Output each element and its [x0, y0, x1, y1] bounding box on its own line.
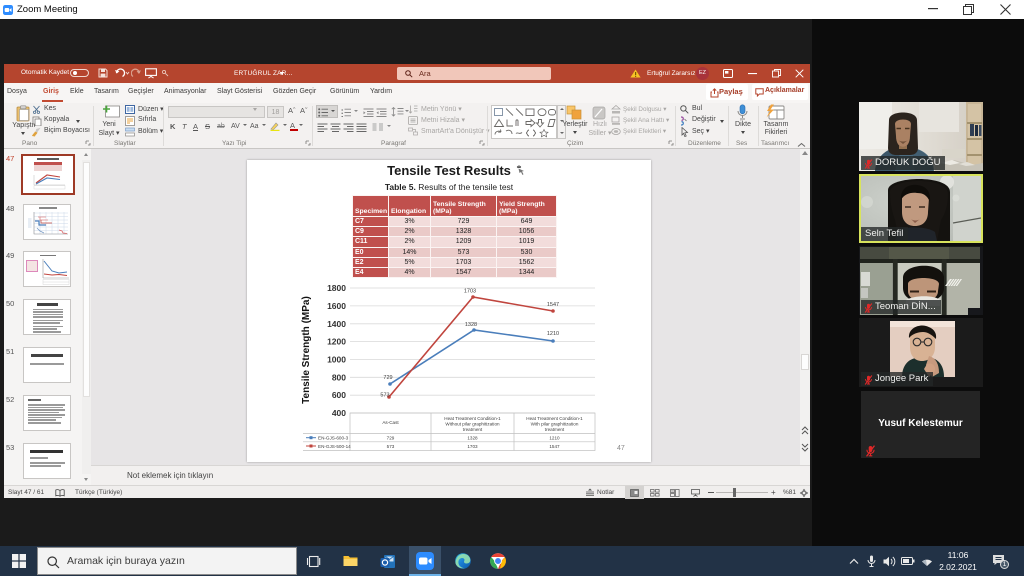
svg-text:1547: 1547: [549, 444, 560, 449]
svg-text:Heat Treatment Condition-1: Heat Treatment Condition-1: [526, 416, 583, 421]
svg-text:1210: 1210: [547, 331, 559, 337]
svg-text:573: 573: [387, 444, 395, 449]
svg-text:Tensile Strength (MPa): Tensile Strength (MPa): [301, 296, 312, 404]
svg-text:1210: 1210: [549, 436, 560, 441]
svg-text:1800: 1800: [327, 283, 346, 293]
svg-text:1703: 1703: [467, 444, 478, 449]
svg-text:729: 729: [387, 436, 395, 441]
svg-text:1328: 1328: [467, 436, 478, 441]
svg-text:treatment: treatment: [545, 427, 565, 432]
svg-text:800: 800: [332, 372, 346, 382]
svg-text:1328: 1328: [465, 322, 477, 328]
svg-text:Without pilar graphitization: Without pilar graphitization: [445, 422, 500, 427]
svg-text:729: 729: [383, 375, 392, 381]
svg-text:1400: 1400: [327, 319, 346, 329]
svg-text:400: 400: [332, 408, 346, 418]
svg-text:With pilar graphitization: With pilar graphitization: [531, 422, 579, 427]
svg-text:treatment: treatment: [463, 427, 483, 432]
svg-text:1200: 1200: [327, 337, 346, 347]
svg-text:As-Cast: As-Cast: [382, 420, 399, 425]
svg-text:EN-GJS-600-3: EN-GJS-600-3: [318, 436, 349, 441]
svg-text:Heat Treatment Condition-1: Heat Treatment Condition-1: [444, 416, 501, 421]
svg-text:1000: 1000: [327, 355, 346, 365]
svg-text:1600: 1600: [327, 301, 346, 311]
svg-text:EN-GJS-500-14: EN-GJS-500-14: [318, 444, 351, 449]
svg-text:573: 573: [380, 393, 389, 399]
svg-text:1547: 1547: [547, 302, 559, 308]
svg-text:1703: 1703: [464, 289, 476, 295]
svg-text:600: 600: [332, 390, 346, 400]
svg-text:47: 47: [617, 445, 625, 452]
